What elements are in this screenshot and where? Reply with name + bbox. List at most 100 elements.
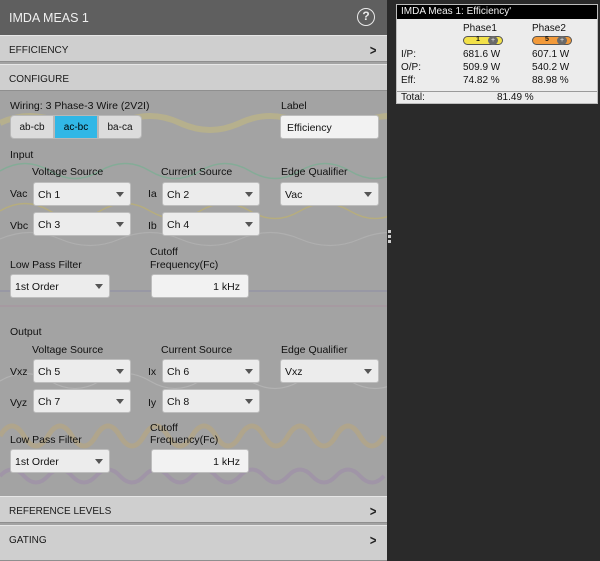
screen: IMDA MEAS 1 ? EFFICIENCY > CONFIGURE Wir… xyxy=(0,0,600,561)
results-badge[interactable]: IMDA Meas 1: Efficiency' Phase1 Phase2 1… xyxy=(396,4,598,104)
wiring-option-ba-ca[interactable]: ba-ca xyxy=(98,115,142,139)
input-v2-label: Vbc xyxy=(10,220,29,232)
caret-down-icon xyxy=(116,222,124,227)
section-gating-label: GATING xyxy=(9,535,47,546)
section-reference-levels-label: REFERENCE LEVELS xyxy=(9,506,112,517)
output-voltage-source-caption: Voltage Source xyxy=(32,344,104,356)
input-voltage-source-caption: Voltage Source xyxy=(32,166,104,178)
chevron-right-icon: > xyxy=(369,503,377,519)
label-input[interactable]: Efficiency xyxy=(280,115,379,139)
output-i1-value: Ch 6 xyxy=(167,366,190,378)
section-configure-label: CONFIGURE xyxy=(9,74,69,85)
chevron-right-icon: > xyxy=(369,42,377,58)
input-cutoff-caption-2: Frequency(Fc) xyxy=(150,259,219,271)
caret-down-icon xyxy=(245,192,253,197)
output-v2-select[interactable]: Ch 7 xyxy=(33,389,131,413)
output-cutoff-caption-1: Cutoff xyxy=(150,422,178,434)
caret-down-icon xyxy=(116,369,124,374)
section-configure[interactable]: CONFIGURE xyxy=(0,64,387,91)
results-row-phase1: 681.6 W xyxy=(463,49,501,60)
output-v1-select[interactable]: Ch 5 xyxy=(33,359,131,383)
input-cutoff-caption-1: Cutoff xyxy=(150,246,178,258)
panel-resize-handle[interactable] xyxy=(388,230,392,250)
section-efficiency[interactable]: EFFICIENCY > xyxy=(0,35,387,62)
section-gating[interactable]: GATING > xyxy=(0,525,387,561)
output-i1-select[interactable]: Ch 6 xyxy=(162,359,260,383)
input-edge-qualifier-value: Vac xyxy=(285,189,303,201)
plus-icon: + xyxy=(557,36,567,45)
results-row-phase1: 509.9 W xyxy=(463,62,501,73)
output-heading: Output xyxy=(10,326,42,338)
output-lpf-caption: Low Pass Filter xyxy=(10,434,82,446)
input-v1-label: Vac xyxy=(10,188,28,200)
output-i2-value: Ch 8 xyxy=(167,396,190,408)
input-cutoff-input[interactable]: 1 kHz xyxy=(151,274,249,298)
phase2-channel-badge: 5 + xyxy=(532,36,572,45)
input-v2-select[interactable]: Ch 3 xyxy=(33,212,131,236)
output-v1-value: Ch 5 xyxy=(38,366,61,378)
results-row-label: I/P: xyxy=(401,49,417,60)
output-current-source-caption: Current Source xyxy=(161,344,233,356)
caret-down-icon xyxy=(116,192,124,197)
output-v1-label: Vxz xyxy=(10,366,28,378)
output-cutoff-input[interactable]: 1 kHz xyxy=(151,449,249,473)
results-total-value: 81.49 % xyxy=(497,92,534,103)
caret-down-icon xyxy=(364,369,372,374)
results-row-phase2: 540.2 W xyxy=(532,62,570,73)
wiring-selector: ab-cb ac-bc ba-ca xyxy=(10,115,142,139)
input-current-source-caption: Current Source xyxy=(161,166,233,178)
phase1-channel-badge: 1 + xyxy=(463,36,503,45)
section-reference-levels[interactable]: REFERENCE LEVELS > xyxy=(0,496,387,523)
results-row-label: Eff: xyxy=(401,75,416,86)
input-lpf-select[interactable]: 1st Order xyxy=(10,274,110,298)
chevron-right-icon: > xyxy=(369,532,377,548)
wiring-label: Wiring: 3 Phase-3 Wire (2V2I) xyxy=(10,100,150,112)
caret-down-icon xyxy=(116,399,124,404)
caret-down-icon xyxy=(95,284,103,289)
caret-down-icon xyxy=(364,192,372,197)
results-row-label: O/P: xyxy=(401,62,422,73)
input-v1-value: Ch 1 xyxy=(38,189,61,201)
output-v2-label: Vyz xyxy=(10,397,28,409)
output-lpf-select[interactable]: 1st Order xyxy=(10,449,110,473)
output-edge-qualifier-caption: Edge Qualifier xyxy=(281,344,348,356)
output-edge-qualifier-select[interactable]: Vxz xyxy=(280,359,379,383)
section-efficiency-label: EFFICIENCY xyxy=(9,45,69,56)
plus-icon: + xyxy=(488,36,498,45)
input-i2-select[interactable]: Ch 4 xyxy=(162,212,260,236)
phase1-header: Phase1 xyxy=(463,23,497,34)
panel-title-text: IMDA MEAS 1 xyxy=(9,11,89,25)
input-lpf-value: 1st Order xyxy=(15,281,59,293)
results-row-phase2: 88.98 % xyxy=(532,75,569,86)
caret-down-icon xyxy=(245,369,253,374)
output-i2-select[interactable]: Ch 8 xyxy=(162,389,260,413)
output-edge-qualifier-value: Vxz xyxy=(285,366,303,378)
input-lpf-caption: Low Pass Filter xyxy=(10,259,82,271)
input-i1-value: Ch 2 xyxy=(167,189,190,201)
panel-title: IMDA MEAS 1 ? xyxy=(0,0,387,35)
input-edge-qualifier-caption: Edge Qualifier xyxy=(281,166,348,178)
label-caption: Label xyxy=(281,100,307,112)
input-i1-select[interactable]: Ch 2 xyxy=(162,182,260,206)
phase2-header: Phase2 xyxy=(532,23,566,34)
input-i2-value: Ch 4 xyxy=(167,219,190,231)
input-v1-select[interactable]: Ch 1 xyxy=(33,182,131,206)
wiring-option-ac-bc[interactable]: ac-bc xyxy=(54,115,98,139)
wiring-option-ab-cb[interactable]: ab-cb xyxy=(10,115,54,139)
input-heading: Input xyxy=(10,149,34,161)
input-v2-value: Ch 3 xyxy=(38,219,61,231)
input-edge-qualifier-select[interactable]: Vac xyxy=(280,182,379,206)
results-row-phase1: 74.82 % xyxy=(463,75,500,86)
results-title: IMDA Meas 1: Efficiency' xyxy=(397,5,597,19)
help-icon[interactable]: ? xyxy=(357,8,375,26)
phase1-channel-number: 1 xyxy=(476,36,480,43)
phase2-channel-number: 5 xyxy=(545,36,549,43)
caret-down-icon xyxy=(245,222,253,227)
caret-down-icon xyxy=(95,459,103,464)
output-lpf-value: 1st Order xyxy=(15,456,59,468)
output-v2-value: Ch 7 xyxy=(38,396,61,408)
caret-down-icon xyxy=(245,399,253,404)
output-cutoff-caption-2: Frequency(Fc) xyxy=(150,434,219,446)
imda-config-panel: IMDA MEAS 1 ? EFFICIENCY > CONFIGURE Wir… xyxy=(0,0,387,561)
results-total-label: Total: xyxy=(401,92,425,103)
